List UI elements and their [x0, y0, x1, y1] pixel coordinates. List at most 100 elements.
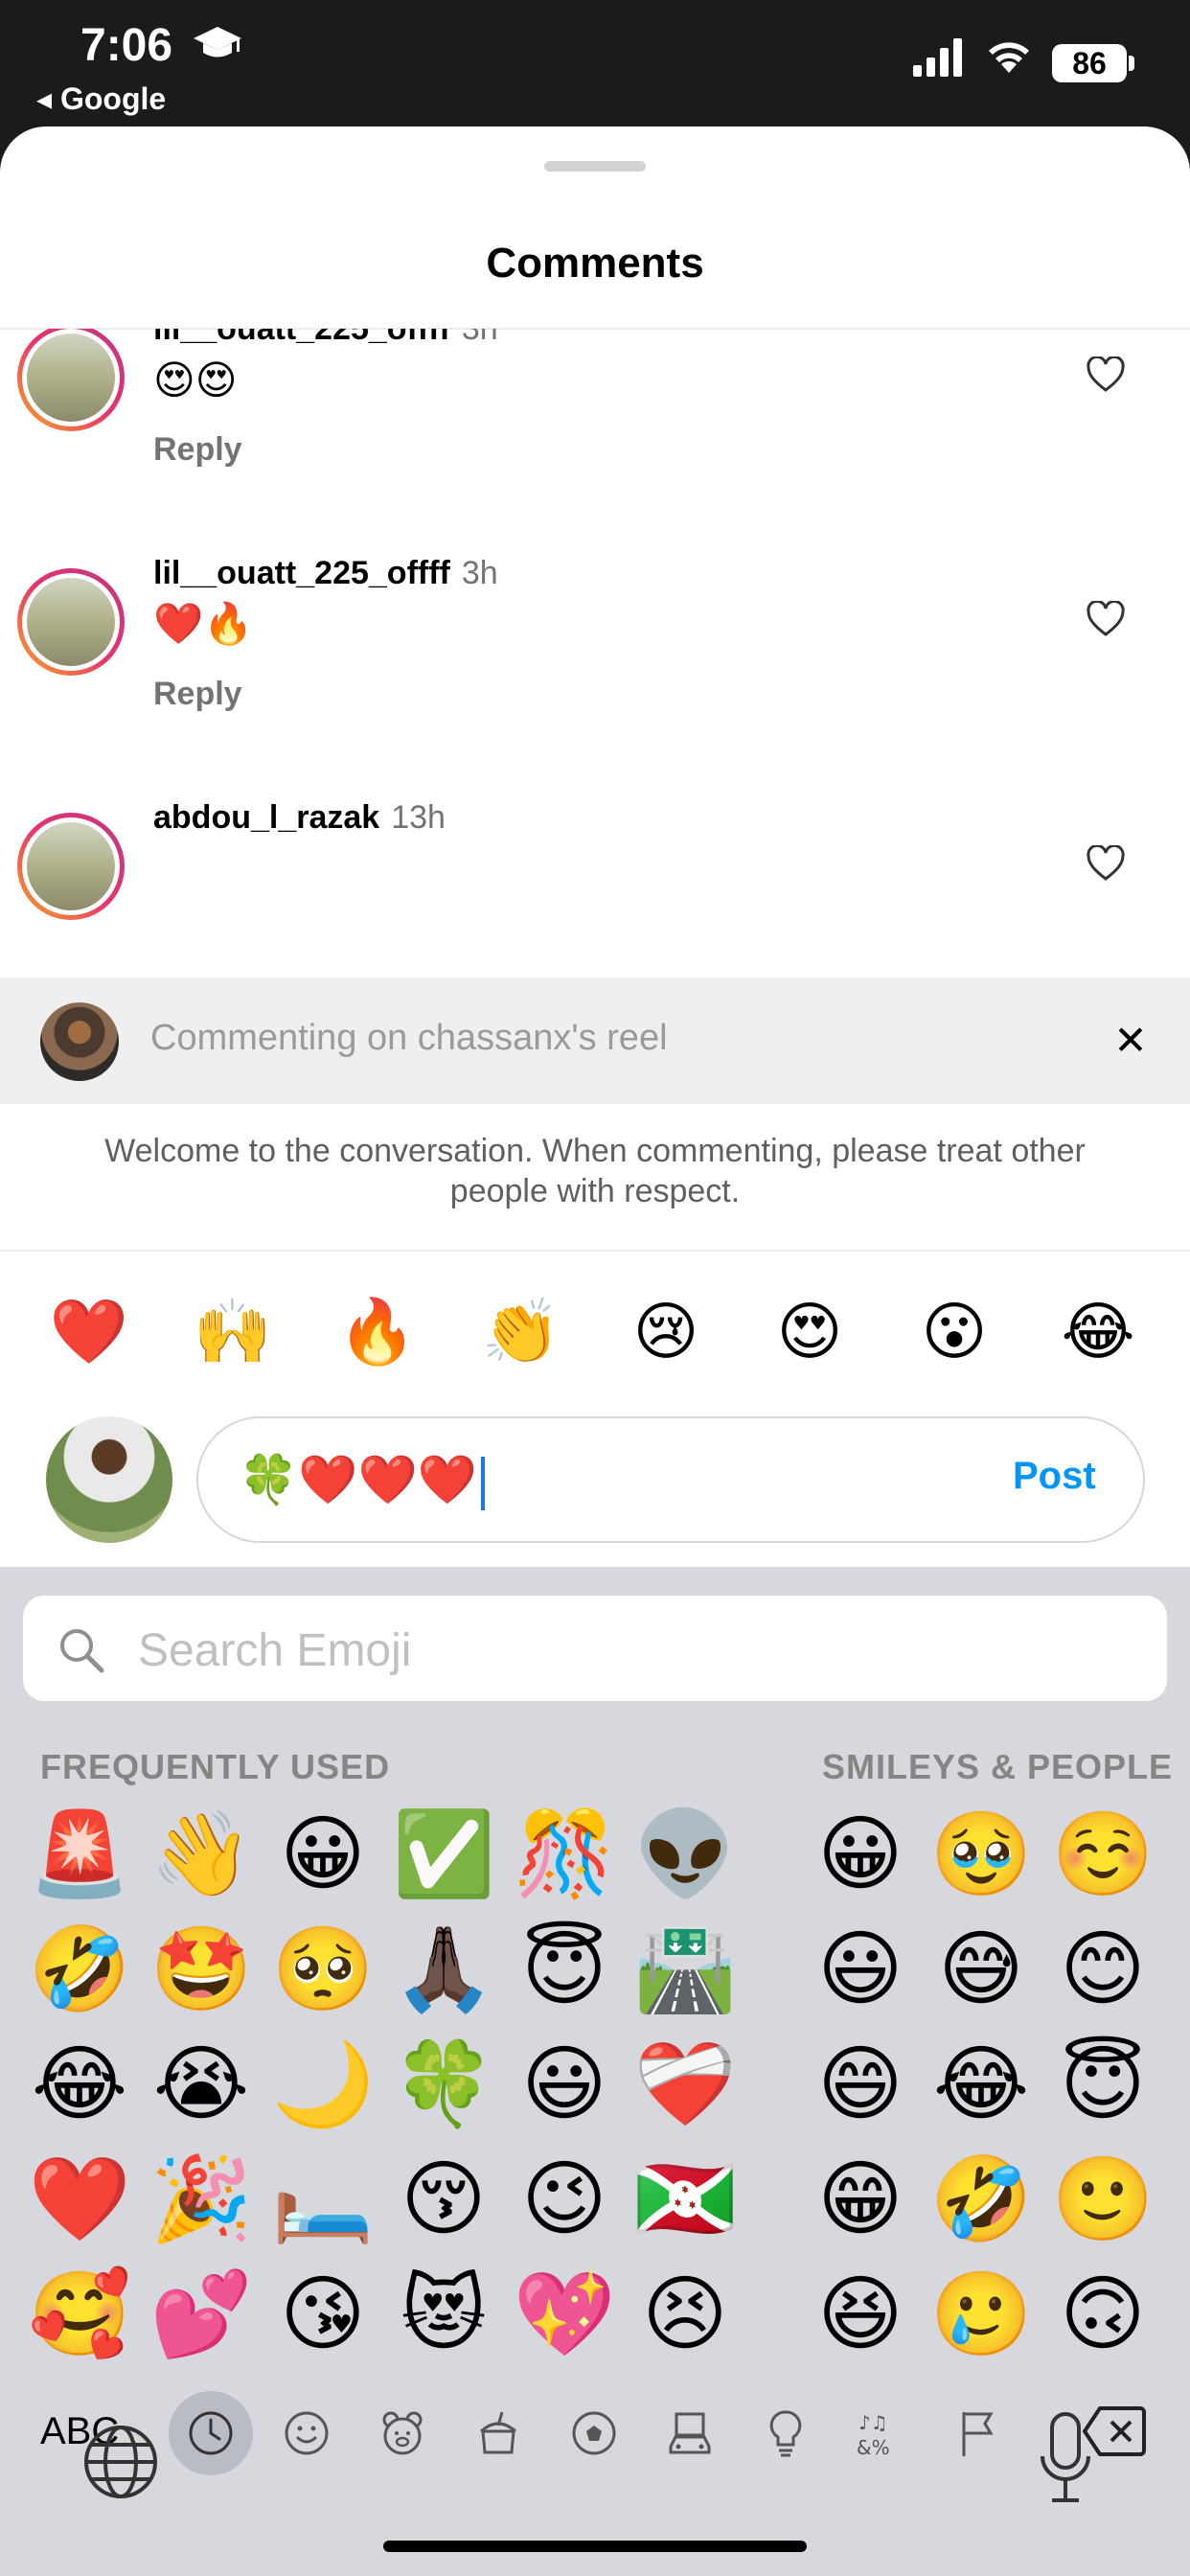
microphone-icon[interactable]: [1035, 2410, 1096, 2506]
bear-icon[interactable]: [372, 2403, 433, 2464]
smiley-emoji[interactable]: 😀: [808, 1802, 913, 1907]
frequently-used-emoji[interactable]: 🤩: [149, 1917, 254, 2022]
frequently-used-emoji[interactable]: 😃: [512, 2032, 617, 2137]
frequently-used-emoji[interactable]: 😇: [512, 1917, 617, 2022]
smiley-emoji[interactable]: 🥹: [928, 1802, 1034, 1907]
quick-reaction-heart[interactable]: ❤️: [46, 1288, 132, 1374]
reel-owner-avatar: [40, 1002, 119, 1081]
frequently-used-emoji[interactable]: 😀: [270, 1802, 376, 1907]
frequently-used-emoji[interactable]: 😉: [512, 2147, 617, 2252]
globe-icon[interactable]: [80, 2422, 161, 2502]
frequently-used-emoji[interactable]: 😣: [632, 2262, 738, 2367]
avatar[interactable]: [17, 813, 125, 920]
frequently-used-emoji[interactable]: 👋: [149, 1802, 254, 1907]
smiley-emoji[interactable]: 😂: [928, 2032, 1034, 2137]
smiley-emoji[interactable]: 🤣: [928, 2147, 1034, 2252]
comment-username[interactable]: lil__ouatt_225_offff 3h: [153, 555, 498, 592]
frequently-used-emoji[interactable]: 🥰: [27, 2262, 132, 2367]
reply-button[interactable]: Reply: [153, 431, 242, 469]
frequently-used-emoji[interactable]: 🤣: [27, 1917, 132, 2022]
travel-icon[interactable]: [659, 2403, 721, 2464]
reply-button[interactable]: Reply: [153, 676, 242, 713]
frequently-used-emoji[interactable]: 🛏️: [270, 2147, 376, 2252]
smiley-emoji[interactable]: 😆: [808, 2262, 913, 2367]
clock-icon[interactable]: [180, 2403, 241, 2464]
smiley-emoji[interactable]: 😅: [928, 1917, 1034, 2022]
smiley-emoji[interactable]: 🙃: [1050, 2262, 1156, 2367]
flag-icon[interactable]: [947, 2403, 1008, 2464]
frequently-used-emoji[interactable]: 🍀: [391, 2032, 496, 2137]
smiley-emoji[interactable]: 😄: [808, 2032, 913, 2137]
quick-reaction-laughing[interactable]: 😂: [1055, 1288, 1141, 1374]
username-text[interactable]: lil__ouatt_225_offff: [153, 329, 450, 347]
frequently-used-emoji[interactable]: 😻: [391, 2262, 496, 2367]
frequently-used-emoji[interactable]: 🎉: [149, 2147, 254, 2252]
frequently-used-emoji[interactable]: 💖: [512, 2262, 617, 2367]
frequently-used-emoji[interactable]: 👽: [632, 1802, 738, 1907]
quick-reaction-surprised[interactable]: 😮: [911, 1288, 997, 1374]
ball-icon[interactable]: [563, 2403, 625, 2464]
comment-input-value[interactable]: 🍀❤️❤️❤️: [239, 1449, 486, 1510]
avatar[interactable]: [17, 329, 125, 431]
smiley-emoji[interactable]: 😊: [1050, 1917, 1156, 2022]
like-heart-icon[interactable]: [1087, 845, 1125, 882]
like-heart-icon[interactable]: [1087, 601, 1125, 637]
avatar-photo: [27, 822, 115, 910]
smiley-emoji[interactable]: 😇: [1050, 2032, 1156, 2137]
smiley-emoji[interactable]: 🙂: [1050, 2147, 1156, 2252]
comment-time: 13h: [391, 799, 446, 836]
emoji-search-input[interactable]: Search Emoji: [23, 1596, 1167, 1701]
smiley-icon[interactable]: [276, 2403, 337, 2464]
frequently-used-emoji[interactable]: 🥺: [270, 1917, 376, 2022]
frequently-used-emoji[interactable]: ❤️: [27, 2147, 132, 2252]
svg-text:♪♫: ♪♫: [858, 2411, 888, 2434]
smiley-emoji[interactable]: 😃: [808, 1917, 913, 2022]
comment-time: 3h: [461, 555, 498, 591]
symbols-icon[interactable]: ♪♫&%: [851, 2403, 912, 2464]
smiley-emoji[interactable]: 🥲: [928, 2262, 1034, 2367]
comment-text: 😍😍: [153, 357, 238, 402]
frequently-used-emoji[interactable]: 🚨: [27, 1802, 132, 1907]
frequently-used-emoji[interactable]: 😂: [27, 2032, 132, 2137]
back-to-google-link[interactable]: ◂ Google: [36, 80, 166, 117]
comment-username[interactable]: lil__ouatt_225_offff 3h: [153, 329, 498, 348]
quick-reaction-heart-eyes[interactable]: 😍: [767, 1288, 853, 1374]
quick-reaction-crying[interactable]: 😢: [623, 1288, 709, 1374]
frequently-used-emoji[interactable]: 🇧🇮: [632, 2147, 738, 2252]
comment-text: ❤️🔥: [153, 601, 254, 646]
username-text[interactable]: abdou_l_razak: [153, 799, 379, 836]
welcome-message: Welcome to the conversation. When commen…: [104, 1133, 1086, 1209]
sheet-grabber[interactable]: [544, 161, 646, 172]
frequently-used-emoji[interactable]: 🎊: [512, 1802, 617, 1907]
smiley-emoji[interactable]: 😁: [808, 2147, 913, 2252]
comment-username[interactable]: abdou_l_razak 13h: [153, 799, 446, 837]
frequently-used-emoji[interactable]: 💕: [149, 2262, 254, 2367]
frequently-used-emoji[interactable]: 🙏🏿: [391, 1917, 496, 2022]
username-text[interactable]: lil__ouatt_225_offff: [153, 555, 450, 591]
post-button[interactable]: Post: [1013, 1455, 1096, 1498]
frequently-used-emoji[interactable]: 🌙: [270, 2032, 376, 2137]
avatar[interactable]: [17, 568, 125, 676]
like-heart-icon[interactable]: [1087, 356, 1125, 393]
comment-item: lil__ouatt_225_offff 3h ❤️🔥 Reply: [0, 530, 1190, 770]
frequently-used-emoji[interactable]: 😚: [391, 2147, 496, 2252]
comment-time: 3h: [461, 329, 498, 347]
frequently-used-emoji[interactable]: 🛣️: [632, 1917, 738, 2022]
bulb-icon[interactable]: [755, 2403, 816, 2464]
close-icon[interactable]: ✕: [1111, 1021, 1150, 1061]
frequently-used-emoji[interactable]: ❤️‍🩹: [632, 2032, 738, 2137]
quick-reaction-raised-hands[interactable]: 🙌: [190, 1288, 276, 1374]
frequently-used-emoji[interactable]: 😘: [270, 2262, 376, 2367]
frequently-used-emoji[interactable]: ✅: [391, 1802, 496, 1907]
quick-reaction-fire[interactable]: 🔥: [334, 1288, 421, 1374]
emoji-category-toolbar: ABC ♪♫ &%: [0, 2381, 1190, 2487]
food-icon[interactable]: [468, 2403, 529, 2464]
smiley-emoji[interactable]: ☺️: [1050, 1802, 1156, 1907]
comment-item: lil__ouatt_225_offff 3h 😍😍 Reply: [0, 329, 1190, 525]
frequently-used-emoji[interactable]: 😭: [149, 2032, 254, 2137]
quick-reaction-clap[interactable]: 👏: [478, 1288, 564, 1374]
smileys-people-label: SMILEYS & PEOPLE: [822, 1747, 1174, 1786]
avatar-photo: [27, 334, 115, 422]
home-indicator[interactable]: [383, 2541, 807, 2552]
comment-input-field[interactable]: 🍀❤️❤️❤️ Post: [196, 1416, 1145, 1543]
